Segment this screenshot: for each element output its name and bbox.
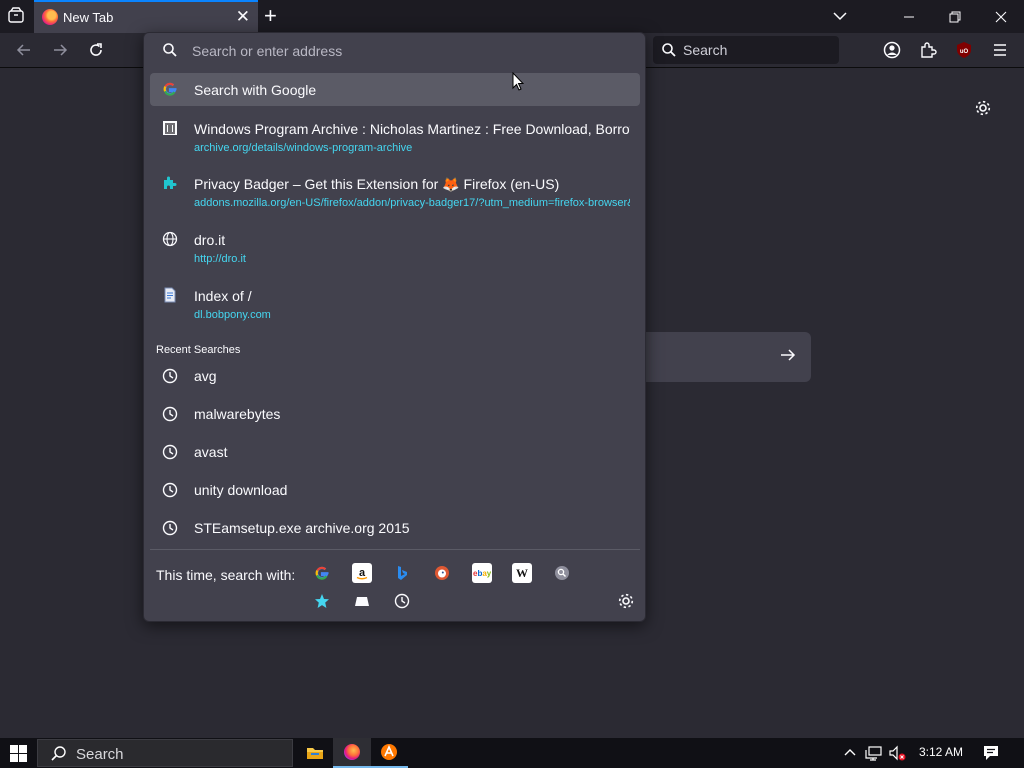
avast-icon[interactable]	[370, 738, 408, 768]
ublock-origin-icon[interactable]: uO	[955, 41, 973, 59]
svg-text:a: a	[359, 567, 366, 579]
svg-text:uO: uO	[960, 49, 969, 55]
search-icon	[662, 43, 676, 57]
forward-arrow-icon[interactable]	[51, 41, 69, 59]
tab-strip: New Tab ✕ +	[0, 0, 1024, 33]
file-explorer-icon[interactable]	[296, 738, 334, 768]
recent-search-item[interactable]: unity download	[150, 472, 640, 508]
svg-text:W: W	[516, 566, 528, 580]
taskbar-search-label: Search	[76, 746, 124, 763]
recent-search-item[interactable]: avast	[150, 434, 640, 470]
result-row[interactable]: dro.it http://dro.it	[150, 224, 640, 272]
history-clock-icon[interactable]	[392, 591, 412, 611]
result-title: dro.it	[194, 232, 226, 248]
taskbar-search-box[interactable]: Search	[37, 739, 293, 767]
tabs-icon[interactable]	[352, 591, 372, 611]
wikipedia-engine-icon[interactable]: W	[512, 563, 532, 583]
urlbar-dropdown: Search with Google Windows Program Archi…	[143, 32, 646, 622]
search-engine-magnifier-icon[interactable]	[552, 563, 572, 583]
account-icon[interactable]	[883, 41, 901, 59]
new-tab-button[interactable]: +	[264, 5, 277, 27]
search-icon	[163, 43, 177, 57]
volume-muted-icon[interactable]	[889, 745, 907, 764]
result-url: addons.mozilla.org/en-US/firefox/addon/p…	[194, 197, 630, 209]
one-off-search-label: This time, search with:	[156, 567, 296, 583]
history-clock-icon	[162, 444, 178, 460]
result-row[interactable]: Index of / dl.bobpony.com	[150, 280, 640, 328]
ebay-engine-icon[interactable]: ebay	[472, 563, 492, 583]
extensions-puzzle-icon[interactable]	[919, 41, 937, 59]
search-with-google-row[interactable]: Search with Google	[150, 73, 640, 106]
tab-overview-icon[interactable]	[6, 6, 26, 26]
address-input[interactable]	[192, 42, 612, 60]
recent-search-text: avast	[194, 444, 228, 460]
history-clock-icon	[162, 520, 178, 536]
search-with-google-label: Search with Google	[194, 82, 317, 98]
restore-icon[interactable]	[932, 0, 978, 33]
recent-searches-heading: Recent Searches	[156, 344, 241, 356]
history-clock-icon	[162, 368, 178, 384]
page-icon	[164, 287, 176, 303]
minimize-icon[interactable]	[886, 0, 932, 33]
globe-icon	[162, 231, 178, 247]
firefox-taskbar-icon[interactable]	[333, 738, 371, 768]
google-engine-icon[interactable]	[312, 563, 332, 583]
windows-start-icon[interactable]	[10, 745, 27, 767]
amazon-engine-icon[interactable]: a	[352, 563, 372, 583]
search-settings-gear-icon[interactable]	[617, 592, 635, 615]
result-row[interactable]: Privacy Badger – Get this Extension for …	[150, 168, 640, 216]
back-arrow-icon[interactable]	[15, 41, 33, 59]
toolbar-search-label: Search	[683, 42, 728, 58]
puzzle-icon	[164, 176, 177, 189]
recent-search-item[interactable]: avg	[150, 358, 640, 394]
page-settings-gear-icon[interactable]	[974, 99, 992, 122]
result-title: Index of /	[194, 288, 252, 304]
recent-search-item[interactable]: STEamsetup.exe archive.org 2015	[150, 510, 640, 546]
bing-engine-icon[interactable]	[392, 563, 412, 583]
result-url: archive.org/details/windows-program-arch…	[194, 142, 413, 154]
network-icon[interactable]	[865, 745, 883, 764]
archive-icon	[163, 121, 177, 135]
svg-text:ebay: ebay	[473, 569, 491, 578]
reload-icon[interactable]	[87, 41, 105, 59]
search-icon	[51, 746, 66, 761]
toolbar-search-box[interactable]: Search	[653, 36, 839, 64]
search-submit-arrow-icon[interactable]	[779, 346, 797, 364]
notification-center-icon[interactable]	[983, 745, 999, 764]
taskbar: Search 3:12 AM	[0, 738, 1024, 768]
result-title: Windows Program Archive : Nicholas Marti…	[194, 121, 630, 137]
recent-search-item[interactable]: malwarebytes	[150, 396, 640, 432]
close-tab-icon[interactable]: ✕	[236, 8, 250, 25]
mouse-cursor-icon	[512, 71, 525, 97]
recent-search-text: STEamsetup.exe archive.org 2015	[194, 520, 410, 536]
firefox-icon	[42, 9, 58, 25]
bookmarks-star-icon[interactable]	[312, 591, 332, 611]
address-bar[interactable]	[144, 33, 645, 69]
page-search-field[interactable]	[646, 332, 811, 382]
tab-new-tab[interactable]: New Tab ✕	[34, 0, 258, 33]
history-clock-icon	[162, 482, 178, 498]
tray-overflow-chevron-icon[interactable]	[843, 745, 857, 762]
menu-hamburger-icon[interactable]	[991, 41, 1009, 59]
recent-search-text: malwarebytes	[194, 406, 281, 422]
result-title: Privacy Badger – Get this Extension for …	[194, 176, 560, 192]
recent-search-text: unity download	[194, 482, 288, 498]
divider	[150, 549, 640, 550]
history-clock-icon	[162, 406, 178, 422]
close-window-icon[interactable]	[978, 0, 1024, 33]
recent-search-text: avg	[194, 368, 217, 384]
tab-list-chevron-icon[interactable]	[832, 8, 848, 29]
result-row[interactable]: Windows Program Archive : Nicholas Marti…	[150, 113, 640, 161]
taskbar-clock[interactable]: 3:12 AM	[919, 745, 963, 759]
duckduckgo-engine-icon[interactable]	[432, 563, 452, 583]
tab-title: New Tab	[63, 10, 114, 25]
result-url: http://dro.it	[194, 253, 246, 265]
result-url: dl.bobpony.com	[194, 309, 271, 321]
google-icon	[163, 82, 177, 96]
